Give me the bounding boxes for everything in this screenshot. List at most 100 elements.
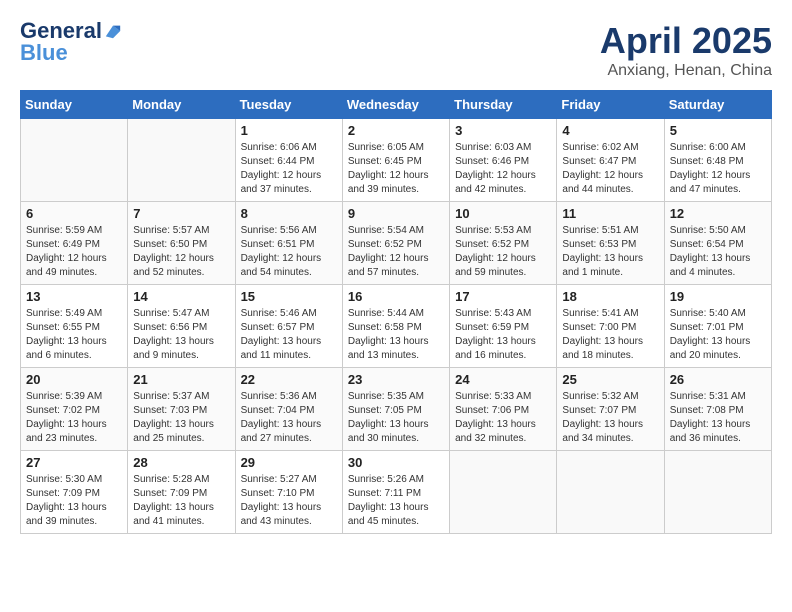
day-number: 18 <box>562 289 658 304</box>
day-info: Sunrise: 5:49 AMSunset: 6:55 PMDaylight:… <box>26 307 122 363</box>
calendar-week-1: 1 Sunrise: 6:06 AMSunset: 6:44 PMDaylight… <box>21 119 772 202</box>
day-info: Sunrise: 5:30 AMSunset: 7:09 PMDaylight:… <box>26 473 122 529</box>
day-info: Sunrise: 5:46 AMSunset: 6:57 PMDaylight:… <box>241 307 337 363</box>
day-number: 20 <box>26 372 122 387</box>
day-info: Sunrise: 5:59 AMSunset: 6:49 PMDaylight:… <box>26 224 122 280</box>
day-info: Sunrise: 6:00 AMSunset: 6:48 PMDaylight:… <box>670 141 766 197</box>
day-info: Sunrise: 5:35 AMSunset: 7:05 PMDaylight:… <box>348 390 444 446</box>
day-info: Sunrise: 6:05 AMSunset: 6:45 PMDaylight:… <box>348 141 444 197</box>
day-number: 14 <box>133 289 229 304</box>
day-number: 24 <box>455 372 551 387</box>
col-header-saturday: Saturday <box>664 91 771 119</box>
day-info: Sunrise: 5:33 AMSunset: 7:06 PMDaylight:… <box>455 390 551 446</box>
calendar-cell: 20Sunrise: 5:39 AMSunset: 7:02 PMDayligh… <box>21 368 128 451</box>
day-number: 13 <box>26 289 122 304</box>
calendar-cell: 26Sunrise: 5:31 AMSunset: 7:08 PMDayligh… <box>664 368 771 451</box>
day-info: Sunrise: 5:40 AMSunset: 7:01 PMDaylight:… <box>670 307 766 363</box>
day-number: 29 <box>241 455 337 470</box>
col-header-sunday: Sunday <box>21 91 128 119</box>
calendar-cell: 7 Sunrise: 5:57 AMSunset: 6:50 PMDaylight… <box>128 202 235 285</box>
day-number: 17 <box>455 289 551 304</box>
location: Anxiang, Henan, China <box>600 62 772 80</box>
day-number: 10 <box>455 206 551 221</box>
day-number: 15 <box>241 289 337 304</box>
calendar-cell: 25 Sunrise: 5:32 AMSunset: 7:07 PMDayligh… <box>557 368 664 451</box>
day-number: 1 <box>241 123 337 138</box>
calendar-cell: 4 Sunrise: 6:02 AMSunset: 6:47 PMDaylight… <box>557 119 664 202</box>
calendar-cell: 1 Sunrise: 6:06 AMSunset: 6:44 PMDaylight… <box>235 119 342 202</box>
calendar-cell: 17 Sunrise: 5:43 AMSunset: 6:59 PMDayligh… <box>450 285 557 368</box>
calendar-cell: 13 Sunrise: 5:49 AMSunset: 6:55 PMDayligh… <box>21 285 128 368</box>
calendar-cell <box>450 451 557 534</box>
calendar-cell: 8 Sunrise: 5:56 AMSunset: 6:51 PMDaylight… <box>235 202 342 285</box>
day-info: Sunrise: 5:32 AMSunset: 7:07 PMDaylight:… <box>562 390 658 446</box>
day-number: 21 <box>133 372 229 387</box>
day-info: Sunrise: 5:50 AMSunset: 6:54 PMDaylight:… <box>670 224 766 280</box>
day-number: 25 <box>562 372 658 387</box>
day-info: Sunrise: 5:26 AMSunset: 7:11 PMDaylight:… <box>348 473 444 529</box>
day-info: Sunrise: 5:43 AMSunset: 6:59 PMDaylight:… <box>455 307 551 363</box>
calendar-cell: 3 Sunrise: 6:03 AMSunset: 6:46 PMDaylight… <box>450 119 557 202</box>
calendar-cell: 15 Sunrise: 5:46 AMSunset: 6:57 PMDayligh… <box>235 285 342 368</box>
day-number: 26 <box>670 372 766 387</box>
calendar-cell: 6Sunrise: 5:59 AMSunset: 6:49 PMDaylight… <box>21 202 128 285</box>
day-number: 2 <box>348 123 444 138</box>
calendar-cell: 24 Sunrise: 5:33 AMSunset: 7:06 PMDayligh… <box>450 368 557 451</box>
day-number: 3 <box>455 123 551 138</box>
day-info: Sunrise: 5:37 AMSunset: 7:03 PMDaylight:… <box>133 390 229 446</box>
month-title: April 2025 <box>600 20 772 62</box>
calendar-cell <box>21 119 128 202</box>
calendar-cell: 11Sunrise: 5:51 AMSunset: 6:53 PMDayligh… <box>557 202 664 285</box>
calendar-cell: 12 Sunrise: 5:50 AMSunset: 6:54 PMDayligh… <box>664 202 771 285</box>
day-number: 22 <box>241 372 337 387</box>
day-number: 19 <box>670 289 766 304</box>
logo-text: General <box>20 20 102 42</box>
calendar-cell: 5 Sunrise: 6:00 AMSunset: 6:48 PMDaylight… <box>664 119 771 202</box>
day-info: Sunrise: 5:57 AMSunset: 6:50 PMDaylight:… <box>133 224 229 280</box>
day-info: Sunrise: 5:47 AMSunset: 6:56 PMDaylight:… <box>133 307 229 363</box>
calendar-cell: 18 Sunrise: 5:41 AMSunset: 7:00 PMDayligh… <box>557 285 664 368</box>
day-info: Sunrise: 6:06 AMSunset: 6:44 PMDaylight:… <box>241 141 337 197</box>
calendar-cell <box>557 451 664 534</box>
day-info: Sunrise: 5:41 AMSunset: 7:00 PMDaylight:… <box>562 307 658 363</box>
calendar-cell: 30 Sunrise: 5:26 AMSunset: 7:11 PMDayligh… <box>342 451 449 534</box>
calendar-table: SundayMondayTuesdayWednesdayThursdayFrid… <box>20 90 772 534</box>
day-number: 12 <box>670 206 766 221</box>
calendar-cell: 10Sunrise: 5:53 AMSunset: 6:52 PMDayligh… <box>450 202 557 285</box>
calendar-cell: 19 Sunrise: 5:40 AMSunset: 7:01 PMDayligh… <box>664 285 771 368</box>
col-header-friday: Friday <box>557 91 664 119</box>
day-info: Sunrise: 6:03 AMSunset: 6:46 PMDaylight:… <box>455 141 551 197</box>
calendar-cell: 23Sunrise: 5:35 AMSunset: 7:05 PMDayligh… <box>342 368 449 451</box>
day-number: 11 <box>562 206 658 221</box>
day-info: Sunrise: 6:02 AMSunset: 6:47 PMDaylight:… <box>562 141 658 197</box>
calendar-week-2: 6Sunrise: 5:59 AMSunset: 6:49 PMDaylight… <box>21 202 772 285</box>
day-number: 8 <box>241 206 337 221</box>
day-number: 4 <box>562 123 658 138</box>
day-info: Sunrise: 5:28 AMSunset: 7:09 PMDaylight:… <box>133 473 229 529</box>
calendar-cell: 28 Sunrise: 5:28 AMSunset: 7:09 PMDayligh… <box>128 451 235 534</box>
calendar-cell: 22 Sunrise: 5:36 AMSunset: 7:04 PMDayligh… <box>235 368 342 451</box>
logo-blue-text: Blue <box>20 40 68 65</box>
calendar-cell <box>664 451 771 534</box>
day-number: 16 <box>348 289 444 304</box>
calendar-cell: 2 Sunrise: 6:05 AMSunset: 6:45 PMDaylight… <box>342 119 449 202</box>
day-info: Sunrise: 5:36 AMSunset: 7:04 PMDaylight:… <box>241 390 337 446</box>
day-number: 28 <box>133 455 229 470</box>
day-info: Sunrise: 5:27 AMSunset: 7:10 PMDaylight:… <box>241 473 337 529</box>
day-info: Sunrise: 5:44 AMSunset: 6:58 PMDaylight:… <box>348 307 444 363</box>
day-number: 9 <box>348 206 444 221</box>
day-number: 7 <box>133 206 229 221</box>
day-number: 5 <box>670 123 766 138</box>
logo-icon <box>104 22 122 40</box>
calendar-cell: 27Sunrise: 5:30 AMSunset: 7:09 PMDayligh… <box>21 451 128 534</box>
calendar-cell: 9Sunrise: 5:54 AMSunset: 6:52 PMDaylight… <box>342 202 449 285</box>
calendar-cell: 16 Sunrise: 5:44 AMSunset: 6:58 PMDayligh… <box>342 285 449 368</box>
title-block: April 2025 Anxiang, Henan, China <box>600 20 772 80</box>
calendar-week-4: 20Sunrise: 5:39 AMSunset: 7:02 PMDayligh… <box>21 368 772 451</box>
col-header-wednesday: Wednesday <box>342 91 449 119</box>
calendar-cell: 21 Sunrise: 5:37 AMSunset: 7:03 PMDayligh… <box>128 368 235 451</box>
col-header-thursday: Thursday <box>450 91 557 119</box>
logo: General Blue <box>20 20 122 65</box>
day-info: Sunrise: 5:56 AMSunset: 6:51 PMDaylight:… <box>241 224 337 280</box>
day-number: 30 <box>348 455 444 470</box>
